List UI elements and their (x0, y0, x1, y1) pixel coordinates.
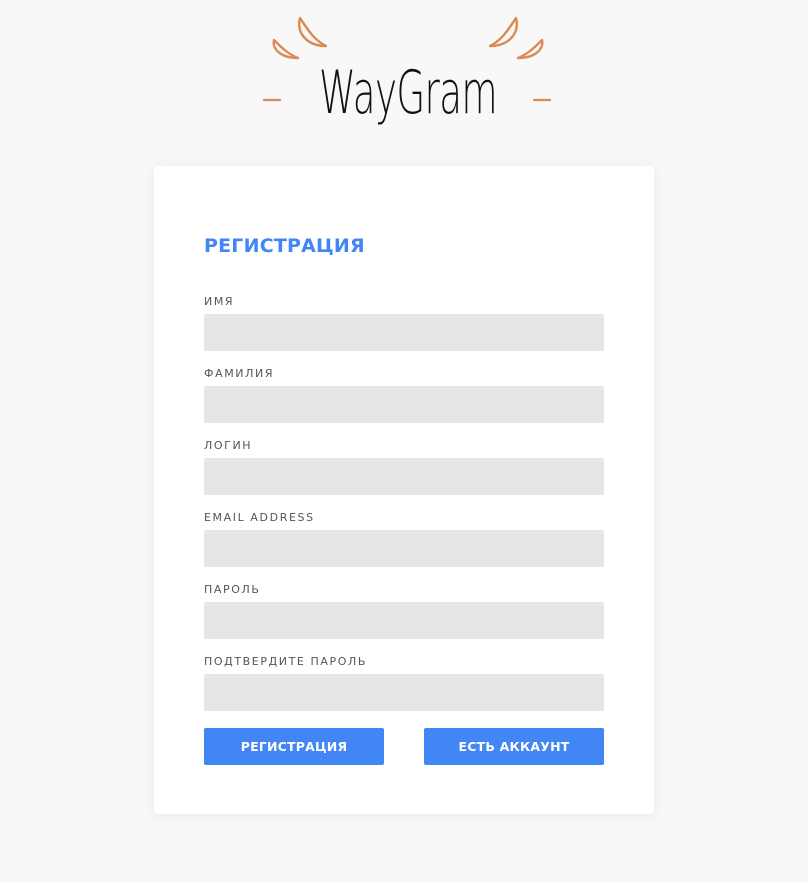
email-input[interactable] (204, 530, 604, 567)
logo-wordmark: WayGram (318, 58, 498, 128)
registration-card: РЕГИСТРАЦИЯ ИМЯ ФАМИЛИЯ ЛОГИН EMAIL ADDR… (154, 166, 654, 814)
email-label: EMAIL ADDRESS (204, 511, 315, 524)
login-input[interactable] (204, 458, 604, 495)
login-label: ЛОГИН (204, 439, 253, 452)
first-name-label: ИМЯ (204, 295, 235, 308)
register-button[interactable]: РЕГИСТРАЦИЯ (204, 728, 384, 765)
brand-logo: WayGram (258, 12, 558, 137)
last-name-input[interactable] (204, 386, 604, 423)
password-label: ПАРОЛЬ (204, 583, 261, 596)
have-account-button[interactable]: ЕСТЬ АККАУНТ (424, 728, 604, 765)
form-title: РЕГИСТРАЦИЯ (204, 235, 365, 257)
password-input[interactable] (204, 602, 604, 639)
confirm-password-label: ПОДТВЕРДИТЕ ПАРОЛЬ (204, 655, 368, 668)
confirm-password-input[interactable] (204, 674, 604, 711)
first-name-input[interactable] (204, 314, 604, 351)
last-name-label: ФАМИЛИЯ (204, 367, 275, 380)
